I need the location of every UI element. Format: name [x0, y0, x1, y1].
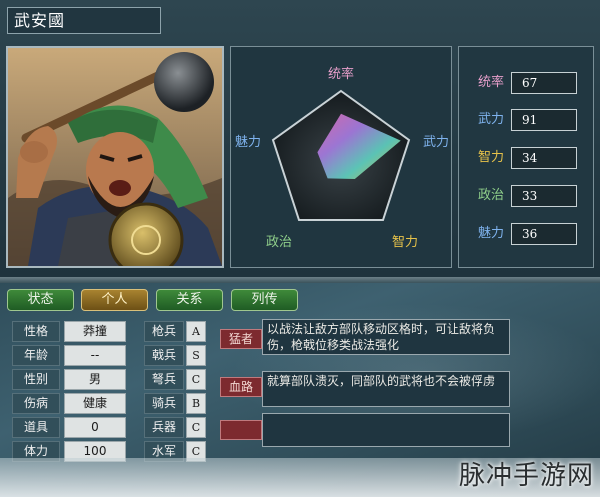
aptitude-row: 骑兵 B	[144, 393, 208, 414]
aptitude-label-spear: 枪兵	[144, 321, 184, 342]
aptitude-row: 枪兵 A	[144, 321, 208, 342]
info-label-injury: 伤病	[12, 393, 60, 414]
tab-status[interactable]: 状态	[7, 289, 74, 311]
officer-name: 武安國	[7, 7, 161, 34]
stat-values-panel: 统率 67 武力 91 智力 34 政治 33 魅力 36	[458, 46, 594, 268]
info-value-injury: 健康	[64, 393, 126, 414]
stat-row-war: 武力 91	[473, 109, 585, 131]
info-label-items: 道具	[12, 417, 60, 438]
skill-description: 就算部队溃灭，同部队的武将也不会被俘虏	[262, 371, 510, 407]
info-label-personality: 性格	[12, 321, 60, 342]
radar-label-chr: 魅力	[235, 135, 261, 150]
tab-biography[interactable]: 列传	[231, 289, 298, 311]
info-value-gender: 男	[64, 369, 126, 390]
aptitude-label-siege: 兵器	[144, 417, 184, 438]
info-row: 性格 莽撞	[12, 321, 126, 342]
aptitude-grade-spear: A	[186, 321, 206, 342]
skill-tag[interactable]: 血路	[220, 377, 262, 397]
site-watermark: 脉冲手游网	[458, 461, 594, 491]
info-row: 伤病 健康	[12, 393, 126, 414]
aptitude-grade-cavalry: B	[186, 393, 206, 414]
info-row: 道具 0	[12, 417, 126, 438]
officer-portrait	[6, 46, 224, 268]
info-label-age: 年龄	[12, 345, 60, 366]
stat-value-war: 91	[511, 109, 577, 131]
stat-label-pol: 政治	[477, 188, 504, 203]
info-value-items: 0	[64, 417, 126, 438]
tab-relations[interactable]: 关系	[156, 289, 223, 311]
radar-label-war: 武力	[423, 135, 449, 150]
stat-row-pol: 政治 33	[473, 185, 585, 207]
aptitude-grade-halberd: S	[186, 345, 206, 366]
stat-value-lead: 67	[511, 72, 577, 94]
skill-description-empty	[262, 413, 510, 447]
radar-label-int: 智力	[392, 235, 418, 250]
aptitude-grade-siege: C	[186, 417, 206, 438]
aptitude-label-crossbow: 弩兵	[144, 369, 184, 390]
info-value-age: --	[64, 345, 126, 366]
aptitude-row: 戟兵 S	[144, 345, 208, 366]
info-row: 年龄 --	[12, 345, 126, 366]
info-label-gender: 性别	[12, 369, 60, 390]
radar-label-lead: 统率	[328, 66, 354, 82]
skill-tag[interactable]: 猛者	[220, 329, 262, 349]
stat-label-chr: 魅力	[477, 226, 504, 241]
stat-label-war: 武力	[477, 112, 504, 127]
radar-label-pol: 政治	[266, 235, 292, 250]
info-row: 性别 男	[12, 369, 126, 390]
aptitude-row: 兵器 C	[144, 417, 208, 438]
info-value-personality: 莽撞	[64, 321, 126, 342]
stat-row-chr: 魅力 36	[473, 223, 585, 245]
stat-radar-chart: 统率 武力 智力 政治 魅力	[230, 46, 452, 268]
stat-label-lead: 统率	[477, 75, 504, 90]
stat-label-int: 智力	[477, 150, 504, 165]
officer-header-panel: 武安國 统率 武力 智力 政治 魅力 统率 67 武力 91 智力 34 政治 …	[0, 0, 600, 277]
stat-value-pol: 33	[511, 185, 577, 207]
skill-tag-empty[interactable]	[220, 420, 262, 440]
aptitude-grade-crossbow: C	[186, 369, 206, 390]
skill-description: 以战法让敌方部队移动区格时，可让敌将负伤，枪戟位移类战法强化	[262, 319, 510, 355]
aptitude-label-halberd: 戟兵	[144, 345, 184, 366]
stat-row-lead: 统率 67	[473, 72, 585, 94]
stat-row-int: 智力 34	[473, 147, 585, 169]
stat-value-int: 34	[511, 147, 577, 169]
stat-value-chr: 36	[511, 223, 577, 245]
aptitude-row: 弩兵 C	[144, 369, 208, 390]
aptitude-label-cavalry: 骑兵	[144, 393, 184, 414]
tab-personal[interactable]: 个人	[81, 289, 148, 311]
